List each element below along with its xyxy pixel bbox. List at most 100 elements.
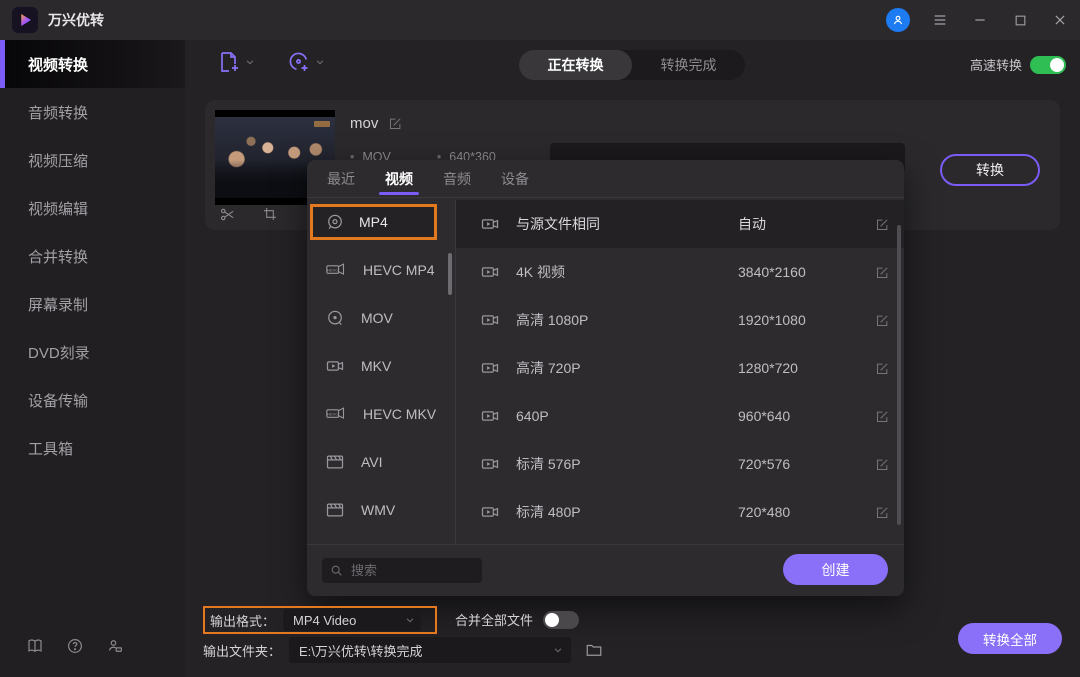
user-avatar[interactable]: [886, 8, 910, 32]
format-option-hevc-mp4[interactable]: HEVC HEVC MP4: [307, 246, 455, 294]
popup-tab-video[interactable]: 视频: [385, 160, 413, 198]
format-option-mov[interactable]: MOV: [307, 294, 455, 342]
fast-convert-toggle[interactable]: [1030, 55, 1066, 74]
sidebar-item-merge-convert[interactable]: 合并转换: [0, 232, 185, 280]
hevc-icon: HEVC: [325, 404, 347, 424]
resolution-value: 1280*720: [738, 360, 798, 376]
resolution-value: 1920*1080: [738, 312, 806, 328]
thumbnail-watermark: [314, 121, 330, 127]
sidebar-item-label: 合并转换: [28, 248, 89, 266]
edit-icon[interactable]: [875, 217, 890, 232]
app-window: 万兴优转 视频转换 音频转换 视频压缩 视频编辑 合并转换 屏幕录制 DVD刻录…: [0, 0, 1080, 677]
sidebar-item-label: 视频转换: [28, 56, 89, 74]
sidebar-item-video-edit[interactable]: 视频编辑: [0, 184, 185, 232]
menu-icon[interactable]: [930, 10, 950, 30]
resolution-option-same-as-source[interactable]: 与源文件相同 自动: [456, 200, 904, 248]
format-popup: 最近 视频 音频 设备 MP4 HEVC HEVC MP4 MOV MKV HEVC HEVC M…: [307, 160, 904, 596]
convert-button[interactable]: 转换: [940, 154, 1040, 186]
resolution-value: 自动: [738, 216, 766, 232]
resolution-list: 与源文件相同 自动 4K 视频 3840*2160 高清 1080P 1920*1080 高…: [456, 200, 904, 544]
camera-icon: [480, 406, 500, 426]
crop-icon[interactable]: [262, 206, 278, 223]
resolution-option-1080p[interactable]: 高清 1080P 1920*1080: [456, 296, 904, 344]
resolution-value: 720*576: [738, 456, 791, 472]
resolution-name: 标清 576P: [516, 456, 581, 472]
resolution-list-scrollbar[interactable]: [897, 225, 901, 525]
open-folder-icon[interactable]: [585, 641, 603, 659]
output-folder-select[interactable]: E:\万兴优转\转换完成: [289, 637, 572, 663]
sidebar-item-label: DVD刻录: [28, 344, 90, 362]
rename-edit-icon[interactable]: [388, 116, 403, 131]
edit-icon[interactable]: [875, 457, 890, 472]
sidebar-item-toolbox[interactable]: 工具箱: [0, 424, 185, 472]
format-option-label: AVI: [361, 454, 383, 470]
sidebar-item-dvd-burn[interactable]: DVD刻录: [0, 328, 185, 376]
convert-all-button[interactable]: 转换全部: [958, 623, 1062, 654]
sidebar-item-audio-convert[interactable]: 音频转换: [0, 88, 185, 136]
fast-convert-label: 高速转换: [969, 58, 1022, 73]
edit-icon[interactable]: [875, 505, 890, 520]
resolution-name: 高清 720P: [516, 360, 581, 376]
format-popup-tabs: 最近 视频 音频 设备: [307, 160, 904, 198]
output-format-group: 输出格式： MP4 Video: [203, 606, 437, 634]
search-icon: [330, 564, 343, 577]
edit-icon[interactable]: [875, 265, 890, 280]
convert-status-tabs: 正在转换 转换完成: [519, 50, 745, 80]
sidebar-item-video-compress[interactable]: 视频压缩: [0, 136, 185, 184]
popup-tab-recent[interactable]: 最近: [327, 160, 355, 198]
format-list-scrollbar[interactable]: [448, 253, 452, 295]
resolution-value: 3840*2160: [738, 264, 806, 280]
camera-icon: [480, 262, 500, 282]
sidebar-item-label: 视频编辑: [28, 200, 89, 218]
add-file-button[interactable]: [217, 50, 255, 74]
resolution-option-640p[interactable]: 640P 960*640: [456, 392, 904, 440]
sidebar-item-device-transfer[interactable]: 设备传输: [0, 376, 185, 424]
contact-icon[interactable]: [106, 637, 124, 655]
tab-finished[interactable]: 转换完成: [632, 50, 745, 80]
edit-icon[interactable]: [875, 409, 890, 424]
format-option-label: MOV: [361, 310, 393, 326]
format-option-avi[interactable]: AVI: [307, 438, 455, 486]
edit-icon[interactable]: [875, 313, 890, 328]
sidebar-item-screen-record[interactable]: 屏幕录制: [0, 280, 185, 328]
book-icon[interactable]: [26, 637, 44, 655]
search-input[interactable]: [351, 563, 461, 578]
camera-icon: [480, 502, 500, 522]
format-option-wmv[interactable]: WMV: [307, 486, 455, 534]
resolution-name: 高清 1080P: [516, 312, 589, 328]
add-disc-icon: [287, 50, 311, 74]
disc-dot-icon: [325, 308, 345, 328]
maximize-icon[interactable]: [1010, 10, 1030, 30]
help-icon[interactable]: [66, 637, 84, 655]
chevron-down-icon: [245, 57, 255, 67]
edit-icon[interactable]: [875, 361, 890, 376]
resolution-option-720p[interactable]: 高清 720P 1280*720: [456, 344, 904, 392]
format-option-mp4[interactable]: MP4: [310, 204, 437, 240]
resolution-option-480p[interactable]: 标清 480P 720*480: [456, 488, 904, 536]
add-disc-button[interactable]: [287, 50, 325, 74]
sidebar-item-video-convert[interactable]: 视频转换: [0, 40, 185, 88]
format-option-mkv[interactable]: MKV: [307, 342, 455, 390]
popup-tab-audio[interactable]: 音频: [443, 160, 471, 198]
resolution-option-576p[interactable]: 标清 576P 720*576: [456, 440, 904, 488]
resolution-value: 960*640: [738, 408, 791, 424]
close-icon[interactable]: [1050, 10, 1070, 30]
svg-text:HEVC: HEVC: [327, 268, 338, 272]
minimize-icon[interactable]: [970, 10, 990, 30]
format-option-hevc-mkv[interactable]: HEVC HEVC MKV: [307, 390, 455, 438]
output-format-label: 输出格式：: [210, 613, 276, 629]
sidebar-item-label: 工具箱: [28, 440, 74, 458]
output-format-select[interactable]: MP4 Video: [283, 609, 422, 631]
camera-icon: [480, 358, 500, 378]
chevron-down-icon: [315, 57, 325, 67]
app-title: 万兴优转: [48, 12, 104, 28]
tab-converting[interactable]: 正在转换: [519, 50, 632, 80]
merge-all-toggle[interactable]: [543, 610, 580, 629]
resolution-option-4k[interactable]: 4K 视频 3840*2160: [456, 248, 904, 296]
format-list: MP4 HEVC HEVC MP4 MOV MKV HEVC HEVC MKV AVI WMV: [307, 200, 455, 544]
camera-icon: [480, 454, 500, 474]
trim-scissors-icon[interactable]: [219, 206, 236, 223]
popup-tab-device[interactable]: 设备: [501, 160, 529, 198]
create-button[interactable]: 创建: [783, 554, 888, 585]
format-option-label: HEVC MKV: [363, 406, 437, 422]
